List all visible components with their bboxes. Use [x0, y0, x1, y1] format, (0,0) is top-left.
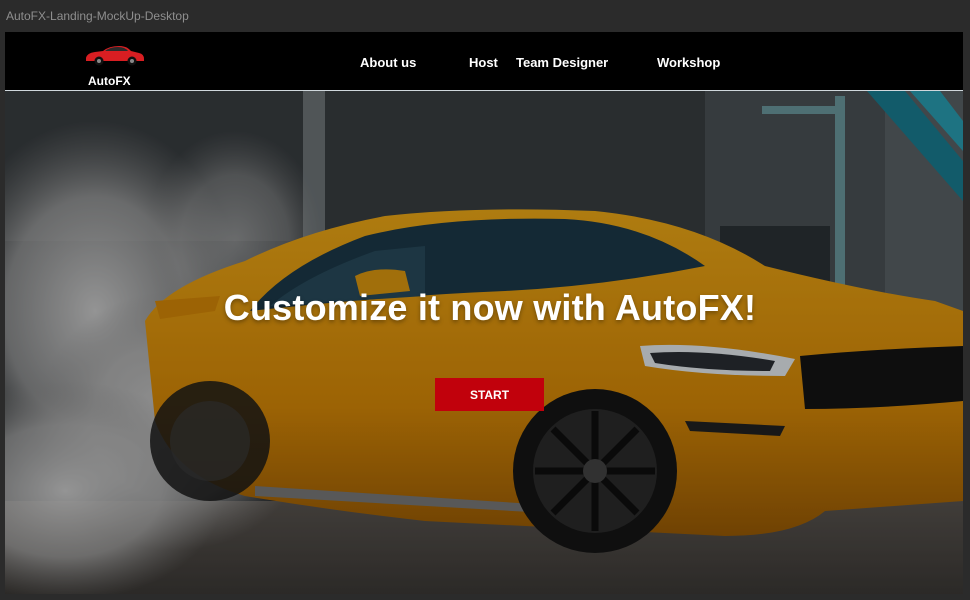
brand-name: AutoFX: [88, 74, 131, 88]
nav-team-designer[interactable]: Team Designer: [516, 55, 608, 70]
landing-page: AutoFX About us Host Team Designer Works…: [5, 32, 963, 594]
hero-title: Customize it now with AutoFX!: [223, 287, 757, 328]
nav-workshop[interactable]: Workshop: [657, 55, 720, 70]
hero-car-image: [5, 91, 963, 594]
hero-section: Customize it now with AutoFX! START: [5, 91, 963, 594]
brand-logo[interactable]: AutoFX: [83, 44, 147, 88]
navbar: AutoFX About us Host Team Designer Works…: [5, 32, 963, 91]
start-button[interactable]: START: [435, 378, 544, 411]
car-logo-icon: [86, 46, 144, 66]
frame-title: AutoFX-Landing-MockUp-Desktop: [6, 9, 189, 23]
nav-about-us[interactable]: About us: [360, 55, 416, 70]
nav-host[interactable]: Host: [469, 55, 498, 70]
